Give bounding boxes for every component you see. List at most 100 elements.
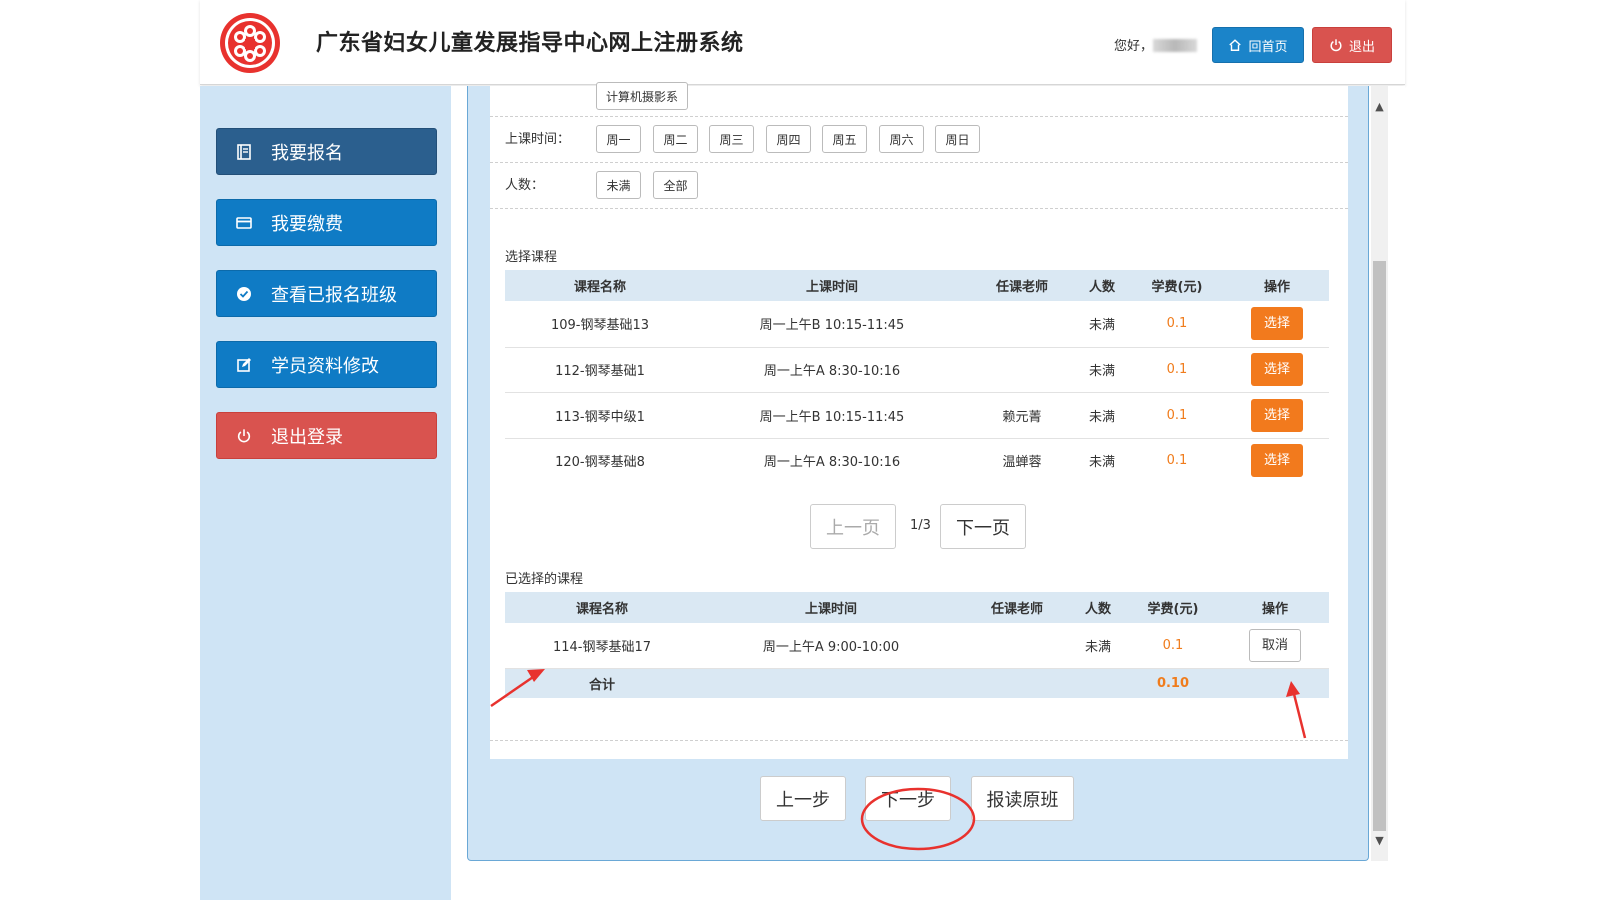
- table-row: 120-钢琴基础8 周一上午A 8:30-10:16 温蝉蓉 未满 0.1 选择: [505, 438, 1329, 483]
- sidebar-item-edit-profile[interactable]: 学员资料修改: [216, 341, 437, 388]
- course-time: 周一上午A 8:30-10:16: [763, 455, 901, 471]
- sidebar-item-enrolled-classes[interactable]: 查看已报名班级: [216, 270, 437, 317]
- prev-page-button[interactable]: 上一页: [810, 504, 896, 549]
- table-row: 109-钢琴基础13 周一上午B 10:15-11:45 未满 0.1 选择: [505, 301, 1329, 348]
- course-table: 课程名称 上课时间 任课老师 人数 学费(元) 操作 109-钢琴基础13 周一…: [505, 270, 1329, 483]
- filter-count-not-full[interactable]: 未满: [596, 171, 641, 199]
- sidebar-item-label: 退出登录: [271, 426, 343, 448]
- masked-username: [1153, 39, 1198, 52]
- col-action: 操作: [1225, 270, 1329, 301]
- filter-day-thu[interactable]: 周四: [766, 125, 811, 153]
- total-label: 合计: [588, 677, 615, 693]
- divider: [490, 208, 1348, 209]
- course-name: 113-钢琴中级1: [505, 392, 695, 439]
- divider: [490, 740, 1348, 741]
- course-count: 未满: [1088, 455, 1115, 471]
- course-action-cell: 选择: [1225, 392, 1329, 439]
- sidebar-item-sign-out[interactable]: 退出登录: [216, 412, 437, 459]
- selected-course-teacher: [963, 623, 1071, 669]
- table-header-row: 课程名称 上课时间 任课老师 人数 学费(元) 操作: [505, 270, 1329, 301]
- col-fee: 学费(元): [1125, 592, 1221, 623]
- course-section-title: 选择课程: [505, 250, 558, 265]
- col-fee: 学费(元): [1129, 270, 1225, 301]
- table-header-row: 课程名称 上课时间 任课老师 人数 学费(元) 操作: [505, 592, 1329, 623]
- logout-button[interactable]: 退出: [1312, 27, 1392, 63]
- filter-day-sun[interactable]: 周日: [935, 125, 980, 153]
- course-action-cell: 选择: [1225, 347, 1329, 393]
- sidebar-item-label: 我要报名: [271, 142, 343, 164]
- filter-day-tue[interactable]: 周二: [653, 125, 698, 153]
- filter-count-all[interactable]: 全部: [653, 171, 698, 199]
- selected-course-time: 周一上午A 9:00-10:00: [699, 623, 963, 669]
- course-count: 未满: [1075, 301, 1129, 348]
- home-button[interactable]: 回首页: [1212, 27, 1304, 63]
- filter-day-sat[interactable]: 周六: [879, 125, 924, 153]
- filter-category-option[interactable]: 计算机摄影系: [596, 82, 688, 110]
- course-count: 未满: [1075, 392, 1129, 439]
- course-time: 周一上午A 8:30-10:16: [695, 347, 969, 393]
- col-teacher: 任课老师: [963, 592, 1071, 623]
- col-count: 人数: [1071, 592, 1125, 623]
- empty-cell: [1071, 668, 1125, 698]
- vertical-scrollbar[interactable]: ▲ ▼: [1371, 86, 1388, 861]
- col-class-time: 上课时间: [695, 270, 969, 301]
- select-course-button[interactable]: 选择: [1251, 444, 1303, 478]
- scroll-up-icon[interactable]: ▲: [1371, 98, 1388, 115]
- filter-day-wed[interactable]: 周三: [709, 125, 754, 153]
- course-count: 未满: [1075, 347, 1129, 393]
- total-row: 合计 0.10: [505, 668, 1329, 698]
- main-content: 计算机摄影系 上课时间： 周一 周二 周三 周四 周五 周六 周日 人数： 未满…: [451, 82, 1405, 900]
- book-icon: [235, 143, 253, 161]
- cancel-course-button[interactable]: 取消: [1249, 628, 1301, 662]
- col-action: 操作: [1221, 592, 1329, 623]
- col-class-time: 上课时间: [699, 592, 963, 623]
- sidebar-item-label: 学员资料修改: [271, 355, 379, 377]
- selected-course-table: 课程名称 上课时间 任课老师 人数 学费(元) 操作 114-钢琴基础17 周一…: [505, 592, 1329, 698]
- next-page-button[interactable]: 下一页: [940, 504, 1026, 549]
- edit-icon: [235, 356, 253, 374]
- check-circle-icon: [235, 285, 253, 303]
- select-course-button[interactable]: 选择: [1251, 398, 1303, 432]
- filter-day-fri[interactable]: 周五: [822, 125, 867, 153]
- women-federation-logo: [220, 13, 280, 73]
- course-action-cell: 选择: [1225, 301, 1329, 348]
- selected-course-count: 未满: [1071, 623, 1125, 669]
- sidebar-item-pay[interactable]: 我要缴费: [216, 199, 437, 246]
- site-title: 广东省妇女儿童发展指导中心网上注册系统: [316, 31, 744, 56]
- divider: [490, 162, 1348, 163]
- empty-cell: [1221, 668, 1329, 698]
- home-icon: [1229, 39, 1242, 51]
- sidebar-item-label: 我要缴费: [271, 213, 343, 235]
- select-course-button[interactable]: 选择: [1251, 353, 1303, 386]
- scroll-thumb[interactable]: [1373, 261, 1386, 831]
- course-teacher: [969, 301, 1075, 348]
- filter-day-mon[interactable]: 周一: [596, 125, 641, 153]
- scroll-down-icon[interactable]: ▼: [1371, 832, 1388, 849]
- prev-step-button[interactable]: 上一步: [760, 776, 846, 821]
- table-row: 113-钢琴中级1 周一上午B 10:15-11:45 赖元菁 未满 0.1 选…: [505, 392, 1329, 439]
- col-course-name: 课程名称: [505, 592, 699, 623]
- course-name: 112-钢琴基础1: [505, 347, 695, 393]
- enroll-panel: 计算机摄影系 上课时间： 周一 周二 周三 周四 周五 周六 周日 人数： 未满…: [467, 82, 1369, 861]
- greeting-text: 您好，: [1114, 39, 1154, 54]
- col-course-name: 课程名称: [505, 270, 695, 301]
- course-teacher: 温蝉蓉: [1002, 455, 1042, 471]
- card-icon: [235, 214, 253, 232]
- enroll-original-class-button[interactable]: 报读原班: [971, 776, 1074, 821]
- user-greeting: 您好，: [1114, 35, 1198, 54]
- course-fee: 0.1: [1129, 392, 1225, 439]
- course-action-cell: 选择: [1225, 438, 1329, 483]
- power-icon: [1330, 39, 1342, 52]
- power-icon: [235, 427, 253, 445]
- empty-cell: [699, 668, 963, 698]
- selected-section-title: 已选择的课程: [505, 572, 584, 587]
- selected-course-name: 114-钢琴基础17: [505, 623, 699, 669]
- select-course-button[interactable]: 选择: [1251, 307, 1303, 341]
- sidebar-item-enroll[interactable]: 我要报名: [216, 128, 437, 175]
- total-fee: 0.10: [1156, 675, 1190, 691]
- next-step-button[interactable]: 下一步: [865, 776, 951, 821]
- logout-button-label: 退出: [1348, 39, 1375, 55]
- course-selection-area: 计算机摄影系 上课时间： 周一 周二 周三 周四 周五 周六 周日 人数： 未满…: [490, 82, 1348, 759]
- col-teacher: 任课老师: [969, 270, 1075, 301]
- count-filter-label: 人数：: [505, 178, 545, 193]
